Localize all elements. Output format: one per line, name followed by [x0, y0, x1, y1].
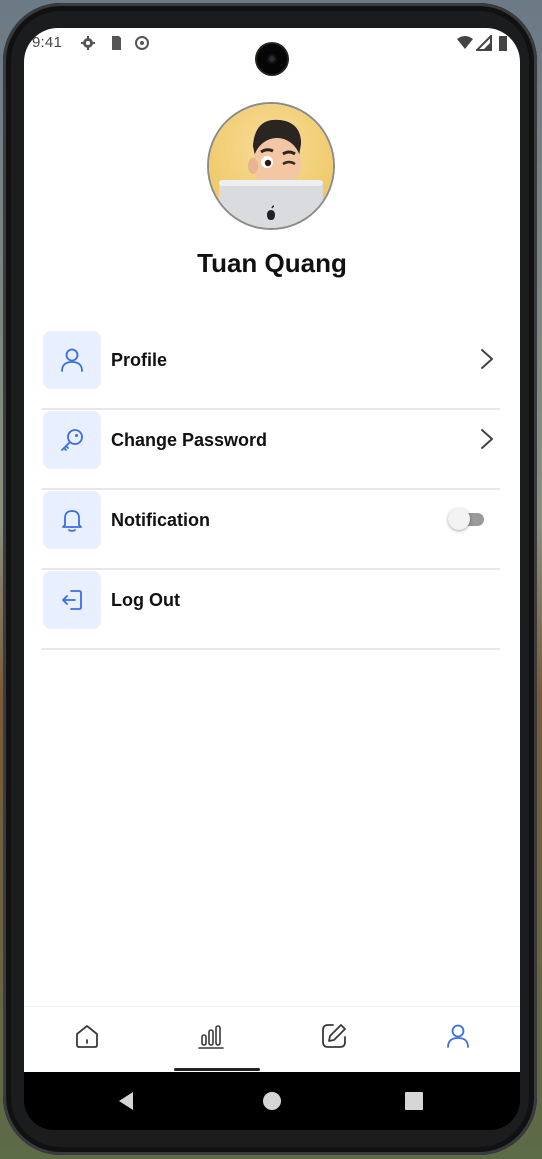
- home-icon[interactable]: [72, 1021, 102, 1051]
- chevron-right-icon: [481, 349, 493, 369]
- home-button-icon[interactable]: [262, 1090, 282, 1112]
- chevron-right-icon: [481, 429, 493, 449]
- settings-menu: Profile Change Password Notification Log…: [42, 330, 500, 650]
- bottom-tab-bar: [24, 1006, 520, 1072]
- menu-item-label: Notification: [111, 510, 210, 530]
- menu-icon-box: [43, 491, 101, 549]
- menu-item-change-password[interactable]: Change Password: [42, 410, 500, 490]
- status-time: 9:41: [32, 34, 62, 51]
- menu-item-log-out[interactable]: Log Out: [42, 570, 500, 650]
- menu-icon-box: [43, 331, 101, 389]
- battery-icon: [499, 36, 507, 51]
- menu-item-label: Log Out: [111, 590, 180, 610]
- memoji-avatar-icon: [219, 119, 323, 228]
- profile-icon[interactable]: [443, 1021, 473, 1051]
- android-nav-bar: [24, 1072, 520, 1130]
- stats-icon[interactable]: [196, 1021, 226, 1051]
- key-icon: [61, 429, 83, 451]
- bell-icon: [62, 510, 82, 532]
- settings-icon: [81, 36, 95, 50]
- data-saver-icon: [135, 36, 149, 50]
- recents-icon[interactable]: [404, 1090, 424, 1112]
- notification-toggle[interactable]: [448, 507, 488, 531]
- edit-icon[interactable]: [319, 1021, 349, 1051]
- cell-signal-icon: [476, 35, 492, 51]
- menu-item-profile[interactable]: Profile: [42, 330, 500, 410]
- user-icon: [61, 348, 83, 372]
- menu-item-label: Change Password: [111, 430, 268, 450]
- menu-item-notification[interactable]: Notification: [42, 490, 500, 570]
- home-indicator: [174, 1068, 260, 1071]
- app-screen: 9:41 Tuan Quang Profile Change Password …: [24, 28, 520, 1072]
- profile-name: Tuan Quang: [197, 248, 347, 278]
- menu-item-label: Profile: [111, 350, 168, 370]
- logout-icon: [62, 590, 82, 610]
- back-icon[interactable]: [116, 1090, 136, 1112]
- toggle-knob: [448, 508, 470, 530]
- menu-icon-box: [43, 411, 101, 469]
- front-camera: [257, 44, 287, 74]
- menu-icon-box: [43, 571, 101, 629]
- avatar[interactable]: [209, 104, 333, 228]
- wifi-icon: [457, 36, 473, 49]
- sd-card-icon: [112, 36, 121, 50]
